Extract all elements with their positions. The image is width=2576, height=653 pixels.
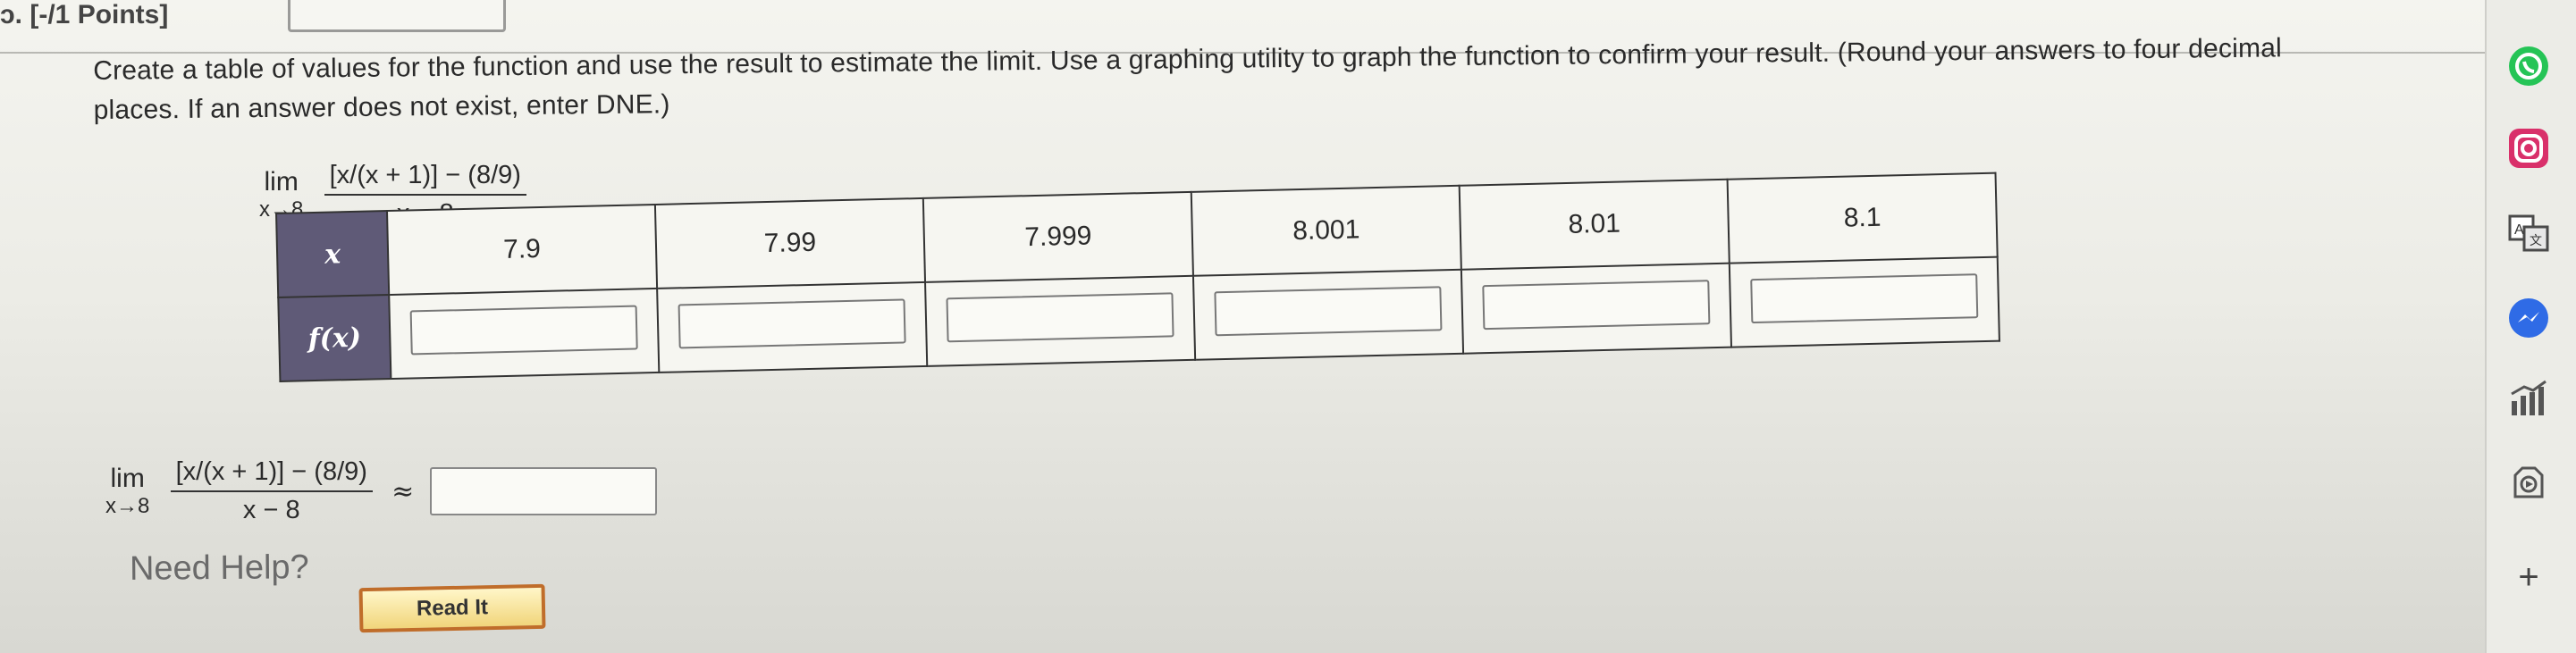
x-value-cell: 8.001 bbox=[1191, 185, 1461, 276]
x-value-cell: 8.01 bbox=[1459, 179, 1730, 270]
previous-answer-box[interactable] bbox=[288, 0, 506, 32]
limit-numerator: [x/(x + 1)] − (8/9) bbox=[170, 457, 373, 492]
instagram-icon[interactable] bbox=[2505, 125, 2552, 172]
previous-question-fragment: ɔ. [-/1 Points] bbox=[0, 0, 169, 29]
fx-cell bbox=[389, 288, 660, 380]
x-header: x bbox=[276, 211, 390, 297]
need-help-label: Need Help? bbox=[129, 548, 309, 588]
fx-cell bbox=[657, 281, 928, 373]
question-prompt: Create a table of values for the functio… bbox=[93, 33, 2283, 125]
approx-symbol: ≈ bbox=[391, 475, 415, 507]
svg-text:A: A bbox=[2514, 222, 2524, 238]
limit-fraction: [x/(x + 1)] − (8/9) x − 8 bbox=[170, 457, 373, 525]
fx-answer-input[interactable] bbox=[1750, 273, 1979, 324]
question-page: ɔ. [-/1 Points] Create a table of values… bbox=[0, 0, 2485, 653]
messenger-icon[interactable] bbox=[2505, 295, 2552, 341]
limit-answer-input[interactable] bbox=[429, 467, 657, 515]
read-it-button[interactable]: Read It bbox=[358, 583, 546, 633]
fx-answer-input[interactable] bbox=[678, 298, 906, 349]
fx-answer-input[interactable] bbox=[1214, 286, 1443, 337]
values-table: x 7.9 7.99 7.999 8.001 8.01 8.1 f(x) bbox=[275, 172, 2000, 382]
x-value-cell: 7.999 bbox=[922, 191, 1193, 282]
fx-header: f(x) bbox=[278, 295, 391, 381]
x-value-cell: 7.99 bbox=[654, 197, 926, 289]
translate-icon[interactable]: A文 bbox=[2505, 210, 2552, 256]
x-value-cell: 7.9 bbox=[386, 204, 658, 296]
fx-answer-input[interactable] bbox=[409, 305, 638, 356]
fx-cell bbox=[925, 275, 1196, 366]
fx-answer-input[interactable] bbox=[946, 292, 1174, 343]
add-icon[interactable]: + bbox=[2505, 554, 2552, 600]
fx-cell bbox=[1192, 269, 1464, 360]
x-value-cell: 8.1 bbox=[1727, 172, 1998, 264]
svg-text:文: 文 bbox=[2530, 233, 2542, 247]
limit-operator: lim x→8 bbox=[105, 464, 150, 518]
fx-cell bbox=[1461, 263, 1732, 354]
whatsapp-icon[interactable] bbox=[2505, 43, 2552, 89]
chart-icon[interactable] bbox=[2505, 375, 2552, 422]
fx-answer-input[interactable] bbox=[1482, 280, 1711, 331]
limit-denominator: x − 8 bbox=[242, 496, 300, 524]
fx-cell bbox=[1729, 256, 1999, 347]
camera-icon[interactable] bbox=[2505, 460, 2552, 506]
limit-numerator: [x/(x + 1)] − (8/9) bbox=[324, 161, 526, 196]
limit-answer-expression: lim x→8 [x/(x + 1)] − (8/9) x − 8 ≈ bbox=[105, 457, 657, 525]
